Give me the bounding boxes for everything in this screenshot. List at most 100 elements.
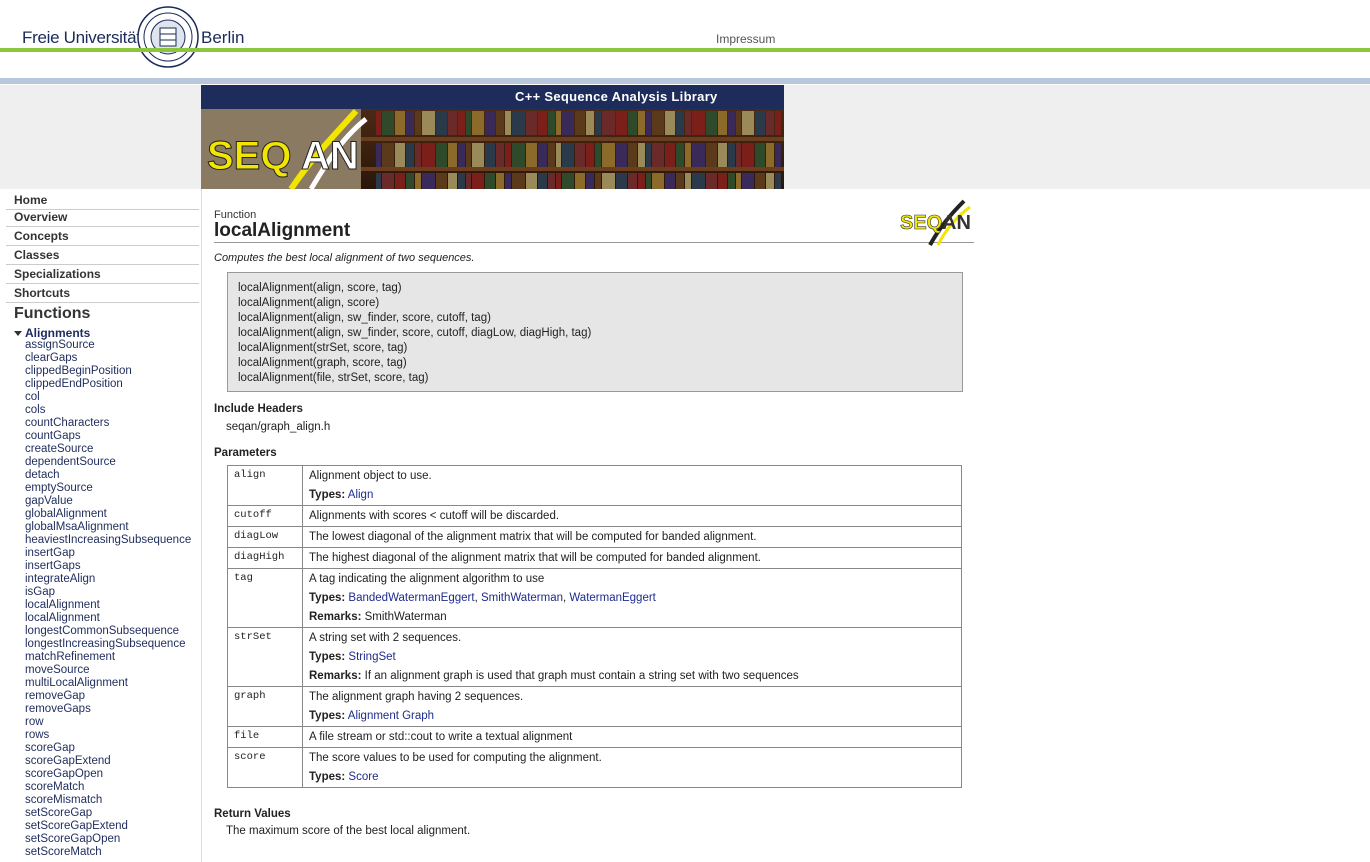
nav-function-item[interactable]: localAlignment xyxy=(25,612,191,625)
nav-function-item[interactable]: scoreGapExtend xyxy=(25,755,191,768)
library-banner-image[interactable]: SEQ AN xyxy=(201,109,784,189)
parameter-name: score xyxy=(227,747,303,788)
nav-function-item[interactable]: scoreMismatch xyxy=(25,794,191,807)
nav-function-item[interactable]: clippedEndPosition xyxy=(25,378,191,391)
remarks-text: SmithWaterman xyxy=(364,611,447,623)
nav-item-label: Shortcuts xyxy=(14,286,71,300)
parameter-description-cell: A file stream or std::cout to write a te… xyxy=(302,726,962,748)
nav-function-item[interactable]: col xyxy=(25,391,191,404)
nav-function-list: assignSource clearGaps clippedBeginPositio… xyxy=(25,339,191,859)
nav-function-item[interactable]: scoreGapOpen xyxy=(25,768,191,781)
nav-function-item[interactable]: emptySource xyxy=(25,482,191,495)
nav-function-item[interactable]: detach xyxy=(25,469,191,482)
nav-item-concepts[interactable]: Concepts xyxy=(6,227,199,246)
nav-item-overview[interactable]: Overview xyxy=(6,208,199,227)
nav-item-classes[interactable]: Classes xyxy=(6,246,199,265)
nav-function-item[interactable]: integrateAlign xyxy=(25,573,191,586)
parameter-description: Alignment object to use. xyxy=(309,470,432,482)
nav-section-functions[interactable]: Functions xyxy=(14,305,90,323)
type-link[interactable]: Score xyxy=(348,771,378,783)
nav-function-item[interactable]: insertGaps xyxy=(25,560,191,573)
parameter-description: The score values to be used for computin… xyxy=(309,752,602,764)
nav-function-item[interactable]: longestCommonSubsequence xyxy=(25,625,191,638)
nav-function-item[interactable]: scoreGap xyxy=(25,742,191,755)
nav-function-item[interactable]: removeGaps xyxy=(25,703,191,716)
svg-text:AN: AN xyxy=(301,134,359,178)
parameter-description-cell: A tag indicating the alignment algorithm… xyxy=(302,568,962,628)
parameter-remarks: Remarks: SmithWaterman xyxy=(309,610,961,624)
signature-line: localAlignment(graph, score, tag) xyxy=(238,357,407,369)
type-link[interactable]: Align xyxy=(348,489,374,501)
parameter-name: cutoff xyxy=(227,505,303,527)
parameter-description-cell: Alignments with scores < cutoff will be … xyxy=(302,505,962,527)
remarks-label: Remarks: xyxy=(309,670,362,682)
nav-function-item[interactable]: createSource xyxy=(25,443,191,456)
nav-function-item[interactable]: setScoreGap xyxy=(25,807,191,820)
parameter-types: Types: Score xyxy=(309,770,961,784)
parameter-types: Types: BandedWatermanEggert, SmithWaterm… xyxy=(309,592,656,604)
nav-function-item[interactable]: scoreMatch xyxy=(25,781,191,794)
parameter-description-cell: The highest diagonal of the alignment ma… xyxy=(302,547,962,569)
nav-item-shortcuts[interactable]: Shortcuts xyxy=(6,284,199,303)
university-seal-icon[interactable] xyxy=(137,6,199,68)
nav-function-item[interactable]: dependentSource xyxy=(25,456,191,469)
banner-tagline-bar: C++ Sequence Analysis Library xyxy=(201,85,784,109)
nav-function-item[interactable]: longestIncreasingSubsequence xyxy=(25,638,191,651)
nav-function-item[interactable]: isGap xyxy=(25,586,191,599)
type-link[interactable]: StringSet xyxy=(348,651,395,663)
impressum-link[interactable]: Impressum xyxy=(716,32,775,46)
university-name-right[interactable]: Berlin xyxy=(201,28,244,48)
nav-function-item[interactable]: moveSource xyxy=(25,664,191,677)
nav-group-alignments[interactable]: Alignments xyxy=(14,326,90,340)
type-link[interactable]: Alignment Graph xyxy=(348,710,434,722)
signature-line: localAlignment(align, score) xyxy=(238,297,380,309)
nav-function-item[interactable]: clippedBeginPosition xyxy=(25,365,191,378)
expand-triangle-icon[interactable] xyxy=(14,331,22,337)
parameter-name: align xyxy=(227,465,303,506)
nav-function-item[interactable]: countCharacters xyxy=(25,417,191,430)
signature-box: localAlignment(align, score, tag) localAl… xyxy=(227,272,963,392)
parameter-row: diagLow The lowest diagonal of the alignm… xyxy=(227,526,962,548)
page-title: localAlignment xyxy=(214,220,351,241)
nav-function-item[interactable]: globalAlignment xyxy=(25,508,191,521)
nav-function-item[interactable]: setScoreGapOpen xyxy=(25,833,191,846)
nav-function-item[interactable]: insertGap xyxy=(25,547,191,560)
nav-item-specializations[interactable]: Specializations xyxy=(6,265,199,284)
nav-function-item[interactable]: multiLocalAlignment xyxy=(25,677,191,690)
nav-function-item[interactable]: clearGaps xyxy=(25,352,191,365)
type-link[interactable]: BandedWatermanEggert xyxy=(348,592,474,604)
nav-function-item[interactable]: setScoreGapExtend xyxy=(25,820,191,833)
parameter-description-cell: The score values to be used for computin… xyxy=(302,747,962,788)
seqan-banner: C++ Sequence Analysis Library SEQ AN xyxy=(201,85,784,189)
nav-item-label: Home xyxy=(14,193,48,207)
parameter-row: tag A tag indicating the alignment algori… xyxy=(227,568,962,628)
nav-function-item[interactable]: matchRefinement xyxy=(25,651,191,664)
parameter-types: Types: Alignment Graph xyxy=(309,709,961,723)
parameter-description: A file stream or std::cout to write a te… xyxy=(309,731,573,743)
nav-function-item[interactable]: countGaps xyxy=(25,430,191,443)
include-header-value: seqan/graph_align.h xyxy=(226,421,331,433)
nav-function-item[interactable]: globalMsaAlignment xyxy=(25,521,191,534)
nav-function-item[interactable]: row xyxy=(25,716,191,729)
parameter-description-cell: Alignment object to use. Types: Align xyxy=(302,465,962,506)
return-value-text: The maximum score of the best local alig… xyxy=(226,825,471,837)
university-name-left[interactable]: Freie Universität xyxy=(22,28,141,48)
nav-function-item[interactable]: localAlignment xyxy=(25,599,191,612)
type-link[interactable]: SmithWaterman xyxy=(481,592,563,604)
include-headers-heading: Include Headers xyxy=(214,403,303,415)
parameter-row: cutoff Alignments with scores < cutoff wi… xyxy=(227,505,962,527)
type-link[interactable]: WatermanEggert xyxy=(569,592,656,604)
nav-group-label: Alignments xyxy=(25,326,91,340)
nav-item-label: Concepts xyxy=(14,229,69,243)
nav-function-item[interactable]: removeGap xyxy=(25,690,191,703)
parameters-heading: Parameters xyxy=(214,447,277,459)
parameter-row: strSet A string set with 2 sequences. Type… xyxy=(227,627,962,687)
nav-function-item[interactable]: assignSource xyxy=(25,339,191,352)
nav-function-item[interactable]: setScoreMatch xyxy=(25,846,191,859)
nav-function-item[interactable]: rows xyxy=(25,729,191,742)
nav-function-item[interactable]: heaviestIncreasingSubsequence xyxy=(25,534,191,547)
seqan-small-logo-icon[interactable]: SEQ AN xyxy=(900,197,974,247)
nav-function-item[interactable]: cols xyxy=(25,404,191,417)
types-label: Types: xyxy=(309,710,346,722)
nav-function-item[interactable]: gapValue xyxy=(25,495,191,508)
